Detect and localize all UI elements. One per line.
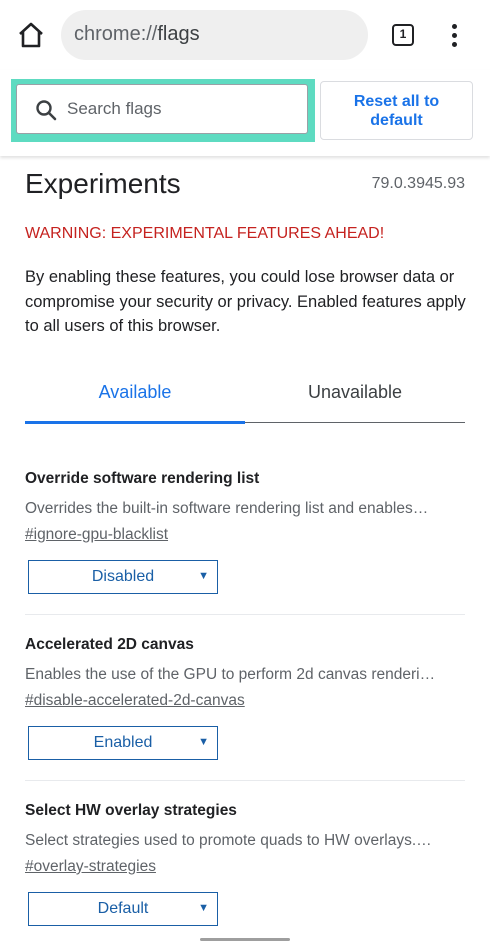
flag-link[interactable]: #disable-accelerated-2d-canvas: [25, 692, 465, 714]
flag-description: Overrides the built-in software renderin…: [25, 500, 429, 517]
search-icon: [36, 100, 57, 121]
tab-switcher-button[interactable]: 1: [392, 24, 414, 46]
flag-name: Override software rendering list: [25, 470, 260, 487]
version-label: 79.0.3945.93: [371, 175, 465, 192]
dropdown-arrow-icon: ▼: [198, 902, 209, 914]
flag-state-select[interactable]: Default ▼: [28, 892, 218, 926]
url-text: chrome://flags: [74, 23, 200, 46]
tab-active-indicator: [25, 421, 245, 424]
flag-link[interactable]: #overlay-strategies: [25, 858, 465, 880]
search-input[interactable]: Search flags: [16, 84, 308, 134]
dropdown-arrow-icon: ▼: [198, 570, 209, 582]
gesture-bar[interactable]: [200, 938, 290, 941]
page-title: Experiments: [25, 168, 181, 199]
home-icon[interactable]: [16, 20, 46, 50]
warning-text: WARNING: EXPERIMENTAL FEATURES AHEAD!: [25, 225, 385, 242]
search-placeholder: Search flags: [67, 99, 162, 118]
more-menu-icon[interactable]: [443, 22, 467, 50]
flag-name: Accelerated 2D canvas: [25, 636, 194, 653]
flag-state-value: Enabled: [93, 734, 153, 751]
dropdown-arrow-icon: ▼: [198, 736, 209, 748]
url-path: flags: [157, 23, 200, 45]
flag-link[interactable]: #ignore-gpu-blacklist: [25, 526, 465, 548]
flag-item: Accelerated 2D canvas Enables the use of…: [25, 636, 465, 760]
flag-item: Override software rendering list Overrid…: [25, 470, 465, 594]
tab-available[interactable]: Available: [25, 382, 245, 403]
url-scheme: chrome://: [74, 23, 158, 45]
page-description: By enabling these features, you could lo…: [25, 268, 466, 335]
browser-toolbar: chrome://flags 1: [0, 0, 490, 70]
address-bar[interactable]: chrome://flags: [61, 10, 368, 60]
flag-state-select[interactable]: Disabled ▼: [28, 560, 218, 594]
reset-all-button[interactable]: Reset all to default: [320, 81, 473, 140]
divider: [25, 780, 465, 781]
tab-unavailable[interactable]: Unavailable: [245, 382, 465, 403]
flag-state-value: Default: [97, 900, 149, 917]
flag-item: Select HW overlay strategies Select stra…: [25, 802, 465, 926]
divider: [25, 614, 465, 615]
flag-description: Select strategies used to promote quads …: [25, 832, 432, 849]
flag-state-select[interactable]: Enabled ▼: [28, 726, 218, 760]
search-highlight: Search flags: [11, 79, 315, 142]
flag-name: Select HW overlay strategies: [25, 802, 237, 819]
flag-description: Enables the use of the GPU to perform 2d…: [25, 666, 436, 683]
flag-state-value: Disabled: [91, 568, 155, 585]
